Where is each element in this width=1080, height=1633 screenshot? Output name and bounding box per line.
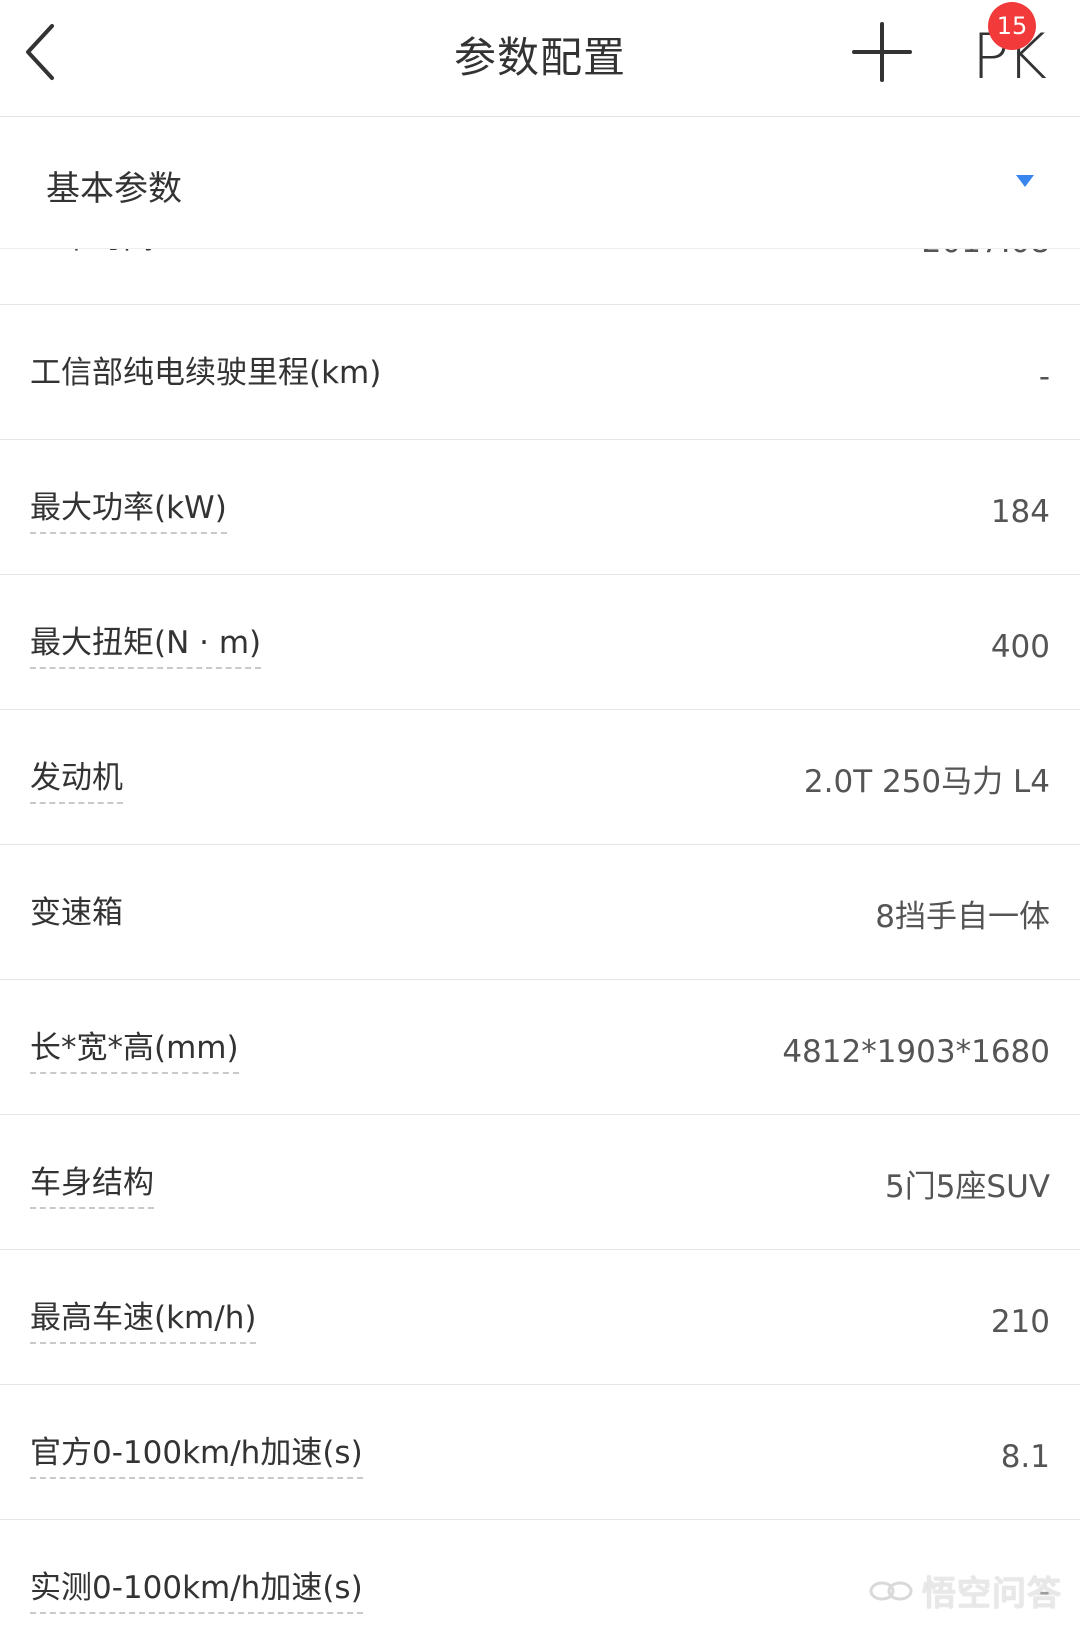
spec-value: 5门5座SUV — [884, 1169, 1050, 1205]
pk-count-badge: 15 — [988, 2, 1036, 50]
add-button[interactable] — [848, 20, 916, 84]
spec-row-body-structure: 车身结构 5门5座SUV — [0, 1115, 1080, 1250]
spec-label-help[interactable]: 车身结构 — [30, 1163, 154, 1209]
spec-value: 8.1 — [1000, 1439, 1050, 1475]
spec-row-official-acceleration: 官方0-100km/h加速(s) 8.1 — [0, 1385, 1080, 1520]
spec-row-top-speed: 最高车速(km/h) 210 — [0, 1250, 1080, 1385]
spec-row-max-power: 最大功率(kW) 184 — [0, 440, 1080, 575]
plus-icon — [852, 22, 912, 82]
watermark: 悟空问答 — [868, 1566, 1062, 1615]
nav-bar: 参数配置 PK 15 — [0, 0, 1080, 117]
spec-label-help[interactable]: 实测0-100km/h加速(s) — [30, 1568, 363, 1614]
spec-label: 变速箱 — [30, 895, 123, 931]
spec-value: 400 — [990, 629, 1050, 665]
spec-list: 上市时间 2017.08 工信部纯电续驶里程(km) - 最大功率(kW) 18… — [0, 249, 1080, 1633]
spec-row-launch-date: 上市时间 2017.08 — [0, 249, 1080, 305]
spec-row-engine: 发动机 2.0T 250马力 L4 — [0, 710, 1080, 845]
spec-label: 工信部纯电续驶里程(km) — [30, 355, 382, 391]
spec-label-help[interactable]: 官方0-100km/h加速(s) — [30, 1433, 363, 1479]
pk-button[interactable]: PK 15 — [968, 2, 1058, 94]
spec-label: 上市时间 — [30, 249, 154, 262]
caret-down-icon — [1016, 175, 1034, 187]
section-title: 基本参数 — [46, 169, 182, 209]
spec-label-help[interactable]: 发动机 — [30, 758, 123, 804]
spec-label-help[interactable]: 最大扭矩(N · m) — [30, 623, 262, 669]
page-title: 参数配置 — [453, 33, 626, 82]
spec-value: 4812*1903*1680 — [782, 1034, 1050, 1070]
spec-value: 2017.08 — [922, 249, 1050, 262]
spec-row-transmission: 变速箱 8挡手自一体 — [0, 845, 1080, 980]
spec-row-max-torque: 最大扭矩(N · m) 400 — [0, 575, 1080, 710]
spec-row-dimensions: 长*宽*高(mm) 4812*1903*1680 — [0, 980, 1080, 1115]
spec-value: 210 — [990, 1304, 1050, 1340]
spec-value: 184 — [990, 494, 1050, 530]
spec-row-electric-range: 工信部纯电续驶里程(km) - — [0, 305, 1080, 440]
spec-label-help[interactable]: 长*宽*高(mm) — [30, 1028, 239, 1074]
spec-label-help[interactable]: 最大功率(kW) — [30, 488, 227, 534]
spec-value: 2.0T 250马力 L4 — [803, 764, 1050, 800]
spec-value: 8挡手自一体 — [875, 899, 1050, 935]
watermark-text: 悟空问答 — [922, 1574, 1062, 1614]
spec-label-help[interactable]: 最高车速(km/h) — [30, 1298, 257, 1344]
spec-value: - — [1038, 359, 1050, 395]
section-dropdown[interactable]: 基本参数 — [0, 117, 1080, 249]
wukong-logo-icon — [869, 1581, 913, 1600]
